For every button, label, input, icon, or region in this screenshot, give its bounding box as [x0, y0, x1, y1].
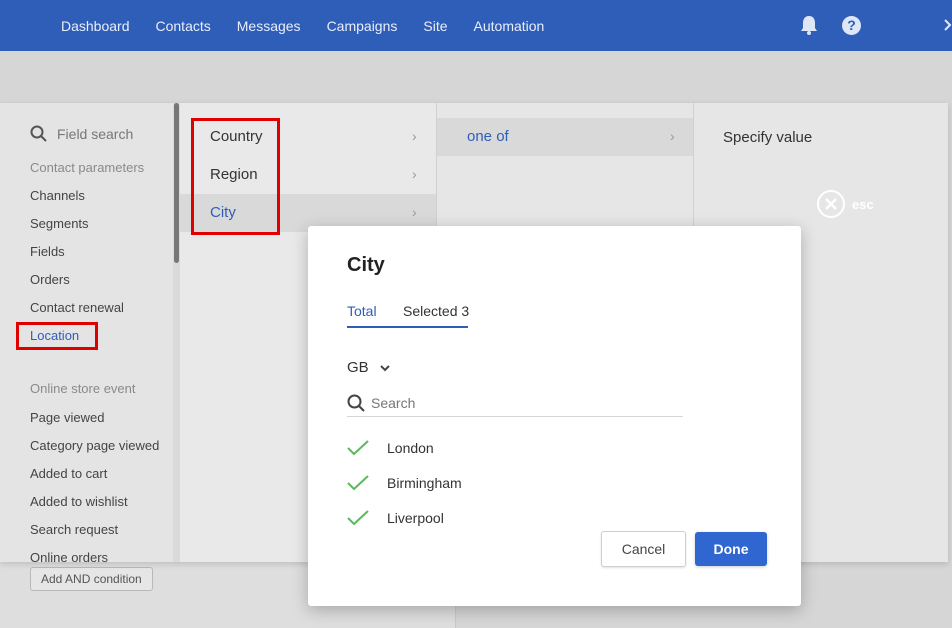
add-and-condition-button[interactable]: Add AND condition	[30, 567, 153, 591]
city-search-input[interactable]	[371, 394, 661, 411]
sidebar-item-orders[interactable]: Orders	[30, 272, 70, 287]
nav-messages[interactable]: Messages	[224, 18, 314, 34]
tab-selected[interactable]: Selected 3	[403, 303, 469, 319]
chevron-right-icon[interactable]	[944, 18, 952, 32]
sidebar-item-page-viewed[interactable]: Page viewed	[30, 410, 104, 425]
tab-total[interactable]: Total	[347, 303, 377, 319]
esc-label: esc	[852, 196, 874, 212]
city-search	[347, 389, 683, 417]
sidebar-item-contact-renewal[interactable]: Contact renewal	[30, 300, 124, 315]
city-name: London	[387, 440, 434, 456]
modal-title: City	[347, 254, 385, 276]
help-icon[interactable]: ?	[842, 16, 861, 35]
esc-close-button[interactable]: esc	[817, 190, 874, 218]
city-option[interactable]: London	[347, 436, 434, 460]
country-select-value: GB	[347, 359, 369, 376]
field-search[interactable]: Field search	[30, 125, 133, 142]
city-option[interactable]: Liverpool	[347, 506, 444, 530]
contact-parameters-header: Contact parameters	[30, 160, 145, 175]
top-nav-bar: Dashboard Contacts Messages Campaigns Si…	[0, 0, 952, 51]
cancel-button[interactable]: Cancel	[601, 531, 686, 567]
city-option[interactable]: Birmingham	[347, 471, 462, 495]
bell-icon[interactable]	[799, 14, 819, 36]
sidebar-item-added-to-wishlist[interactable]: Added to wishlist	[30, 494, 128, 509]
sidebar-item-added-to-cart[interactable]: Added to cart	[30, 466, 107, 481]
chevron-right-icon: ›	[412, 128, 417, 144]
nav-dashboard[interactable]: Dashboard	[48, 18, 143, 34]
close-icon	[817, 190, 845, 218]
operator-one-of[interactable]: one of ›	[437, 118, 694, 156]
online-store-event-header: Online store event	[30, 381, 136, 396]
sidebar-item-online-orders[interactable]: Online orders	[30, 550, 108, 565]
nav-campaigns[interactable]: Campaigns	[314, 18, 411, 34]
city-name: Liverpool	[387, 510, 444, 526]
sidebar-item-search-request[interactable]: Search request	[30, 522, 118, 537]
search-icon	[347, 394, 365, 412]
nav-site[interactable]: Site	[410, 18, 460, 34]
chevron-right-icon: ›	[412, 166, 417, 182]
sidebar-item-fields[interactable]: Fields	[30, 244, 65, 259]
sidebar-item-segments[interactable]: Segments	[30, 216, 89, 231]
nav-contacts[interactable]: Contacts	[143, 18, 224, 34]
check-icon	[347, 475, 369, 491]
scrollbar-thumb[interactable]	[174, 103, 179, 263]
operator-label: one of	[467, 128, 509, 145]
options-highlight-box	[191, 118, 280, 235]
sidebar-item-category-page-viewed[interactable]: Category page viewed	[30, 438, 159, 453]
sidebar-item-channels[interactable]: Channels	[30, 188, 85, 203]
check-icon	[347, 440, 369, 456]
search-icon	[30, 125, 47, 142]
modal-tabs: Total Selected 3	[347, 303, 469, 328]
city-name: Birmingham	[387, 475, 462, 491]
chevron-right-icon: ›	[412, 204, 417, 220]
chevron-down-icon	[379, 364, 390, 371]
chevron-right-icon: ›	[670, 128, 675, 144]
main-nav: Dashboard Contacts Messages Campaigns Si…	[48, 0, 557, 51]
location-highlight-box	[16, 322, 98, 350]
city-modal: City Total Selected 3 GB London Birmingh…	[308, 226, 801, 606]
specify-value-label: Specify value	[723, 129, 813, 146]
check-icon	[347, 510, 369, 526]
country-select[interactable]: GB	[347, 359, 391, 376]
field-categories-column: Field search Contact parameters Channels…	[0, 103, 180, 565]
done-button[interactable]: Done	[695, 532, 767, 566]
nav-automation[interactable]: Automation	[461, 18, 558, 34]
field-search-placeholder: Field search	[57, 125, 134, 142]
